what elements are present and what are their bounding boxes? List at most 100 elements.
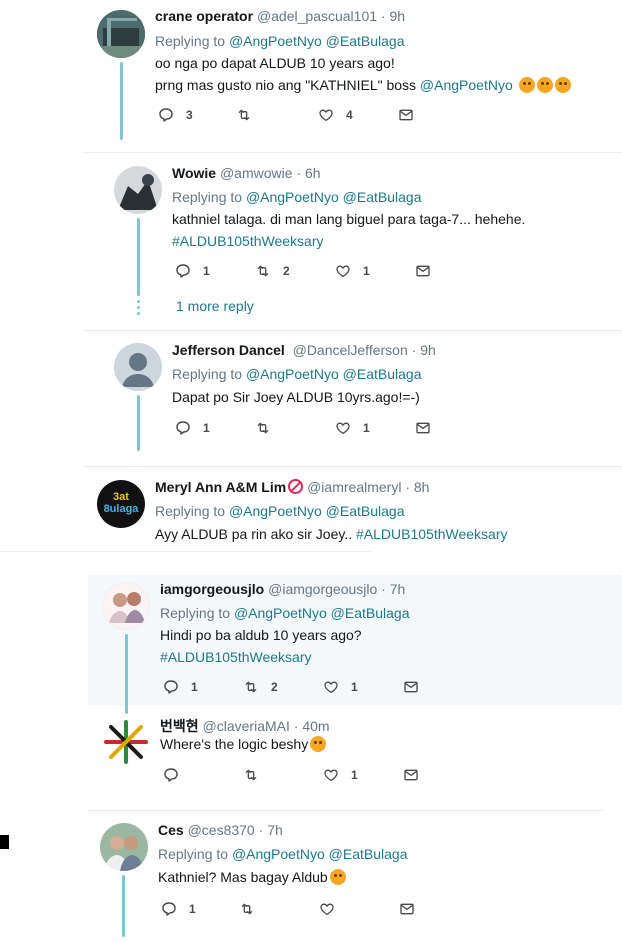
retweet-icon bbox=[239, 901, 255, 917]
retweet-icon bbox=[255, 420, 271, 436]
message-button[interactable] bbox=[403, 767, 419, 783]
persevering-face-icon bbox=[536, 77, 553, 93]
like-button[interactable]: 1 bbox=[323, 767, 358, 783]
message-button[interactable] bbox=[398, 107, 414, 123]
separator: · bbox=[296, 165, 302, 181]
retweet-button[interactable] bbox=[243, 767, 259, 783]
hashtag-link[interactable]: #ALDUB105thWeeksary bbox=[356, 526, 507, 542]
mention-link[interactable]: @EatBulaga bbox=[326, 503, 405, 519]
retweet-button[interactable] bbox=[239, 901, 255, 917]
message-button[interactable] bbox=[403, 679, 419, 695]
timestamp[interactable]: 9h bbox=[420, 342, 436, 358]
mention-link[interactable]: @AngPoetNyo bbox=[246, 189, 339, 205]
divider bbox=[0, 551, 372, 552]
display-name[interactable]: Wowie bbox=[172, 165, 216, 181]
tweet-text-line: Dapat po Sir Joey ALDUB 10yrs.ago!=-) bbox=[172, 389, 420, 405]
avatar-wowie[interactable] bbox=[114, 166, 162, 214]
reply-button[interactable]: 1 bbox=[175, 420, 210, 436]
user-handle[interactable]: @iamrealmeryl bbox=[307, 479, 401, 495]
avatar-logo-text: 8ulaga bbox=[103, 503, 139, 515]
hashtag-link[interactable]: #ALDUB105thWeeksary bbox=[172, 230, 525, 252]
mention-link[interactable]: @EatBulaga bbox=[343, 189, 422, 205]
avatar-jefferson-dancel[interactable] bbox=[114, 343, 162, 391]
heart-icon bbox=[323, 679, 339, 695]
envelope-icon bbox=[403, 679, 419, 695]
like-count: 1 bbox=[351, 680, 358, 694]
timestamp[interactable]: 9h bbox=[389, 8, 405, 24]
no-entry-icon bbox=[288, 479, 304, 494]
reply-button[interactable]: 1 bbox=[175, 263, 210, 279]
retweet-icon bbox=[243, 679, 259, 695]
like-button[interactable]: 4 bbox=[318, 107, 353, 123]
user-handle[interactable]: @iamgorgeousjlo bbox=[268, 581, 377, 597]
reply-count: 1 bbox=[191, 680, 198, 694]
mention-link[interactable]: @AngPoetNyo bbox=[234, 605, 327, 621]
thread-line bbox=[125, 634, 128, 714]
like-button[interactable]: 1 bbox=[323, 679, 358, 695]
envelope-icon bbox=[403, 767, 419, 783]
reply-button[interactable]: 1 bbox=[161, 901, 196, 917]
mention-link[interactable]: @AngPoetNyo bbox=[420, 77, 513, 93]
user-handle[interactable]: @ces8370 bbox=[188, 822, 255, 838]
retweet-icon bbox=[236, 107, 252, 123]
display-name[interactable]: 번백현 bbox=[160, 718, 199, 734]
reply-button[interactable]: 1 bbox=[163, 679, 198, 695]
heart-icon bbox=[318, 107, 334, 123]
user-handle[interactable]: @amwowie bbox=[220, 165, 293, 181]
divider bbox=[83, 152, 622, 153]
mention-link[interactable]: @EatBulaga bbox=[329, 846, 408, 862]
mention-link[interactable]: @AngPoetNyo bbox=[229, 503, 322, 519]
retweet-button[interactable] bbox=[255, 420, 271, 436]
hashtag-link[interactable]: #ALDUB105thWeeksary bbox=[160, 646, 362, 668]
edge-marker bbox=[0, 835, 9, 849]
avatar-iamgorgeousjlo[interactable] bbox=[102, 582, 150, 630]
message-button[interactable] bbox=[415, 420, 431, 436]
display-name[interactable]: crane operator bbox=[155, 8, 253, 24]
timestamp[interactable]: 7h bbox=[390, 581, 406, 597]
tweet-text-line: Ayy ALDUB pa rin ako sir Joey.. bbox=[155, 526, 353, 542]
like-button[interactable] bbox=[319, 901, 335, 917]
retweet-button[interactable]: 2 bbox=[255, 263, 290, 279]
avatar-meryl-ann[interactable]: 3at 8ulaga bbox=[97, 480, 145, 528]
like-count: 1 bbox=[351, 768, 358, 782]
display-name[interactable]: iamgorgeousjlo bbox=[160, 581, 264, 597]
message-button[interactable] bbox=[399, 901, 415, 917]
like-button[interactable]: 1 bbox=[335, 263, 370, 279]
mention-link[interactable]: @AngPoetNyo bbox=[246, 366, 339, 382]
retweet-button[interactable]: 2 bbox=[243, 679, 278, 695]
mention-link[interactable]: @EatBulaga bbox=[343, 366, 422, 382]
like-count: 1 bbox=[363, 264, 370, 278]
avatar-ces[interactable] bbox=[100, 823, 148, 871]
separator: · bbox=[293, 718, 299, 734]
retweet-count: 2 bbox=[283, 264, 290, 278]
timestamp[interactable]: 8h bbox=[414, 479, 430, 495]
thread-line bbox=[122, 875, 125, 937]
reply-button[interactable]: 3 bbox=[158, 107, 193, 123]
retweet-button[interactable] bbox=[236, 107, 252, 123]
display-name[interactable]: Ces bbox=[158, 822, 184, 838]
user-handle[interactable]: @adel_pascual101 bbox=[257, 8, 377, 24]
reply-count: 1 bbox=[203, 264, 210, 278]
timestamp[interactable]: 6h bbox=[305, 165, 321, 181]
display-name[interactable]: Meryl Ann A&M Lim bbox=[155, 479, 286, 495]
user-handle[interactable]: @claveriaMAI bbox=[203, 718, 290, 734]
tweet-text-line: kathniel talaga. di man lang biguel para… bbox=[172, 211, 526, 227]
persevering-face-icon bbox=[554, 77, 571, 93]
message-button[interactable] bbox=[415, 263, 431, 279]
mention-link[interactable]: @AngPoetNyo bbox=[232, 846, 325, 862]
separator: · bbox=[381, 581, 386, 597]
mention-link[interactable]: @AngPoetNyo bbox=[229, 33, 322, 49]
user-handle[interactable]: @DancelJefferson bbox=[293, 342, 408, 358]
tweet-text-line: oo nga po dapat ALDUB 10 years ago! bbox=[155, 55, 395, 71]
more-replies-link[interactable]: 1 more reply bbox=[176, 298, 254, 314]
timestamp[interactable]: 7h bbox=[267, 822, 283, 838]
display-name[interactable]: Jefferson Dancel bbox=[172, 342, 285, 358]
reply-button[interactable] bbox=[163, 767, 179, 783]
avatar-claveriamai[interactable] bbox=[102, 718, 150, 766]
avatar-crane-operator[interactable] bbox=[97, 10, 145, 58]
mention-link[interactable]: @EatBulaga bbox=[331, 605, 410, 621]
separator: · bbox=[258, 822, 264, 838]
like-button[interactable]: 1 bbox=[335, 420, 370, 436]
mention-link[interactable]: @EatBulaga bbox=[326, 33, 405, 49]
timestamp[interactable]: 40m bbox=[302, 718, 329, 734]
